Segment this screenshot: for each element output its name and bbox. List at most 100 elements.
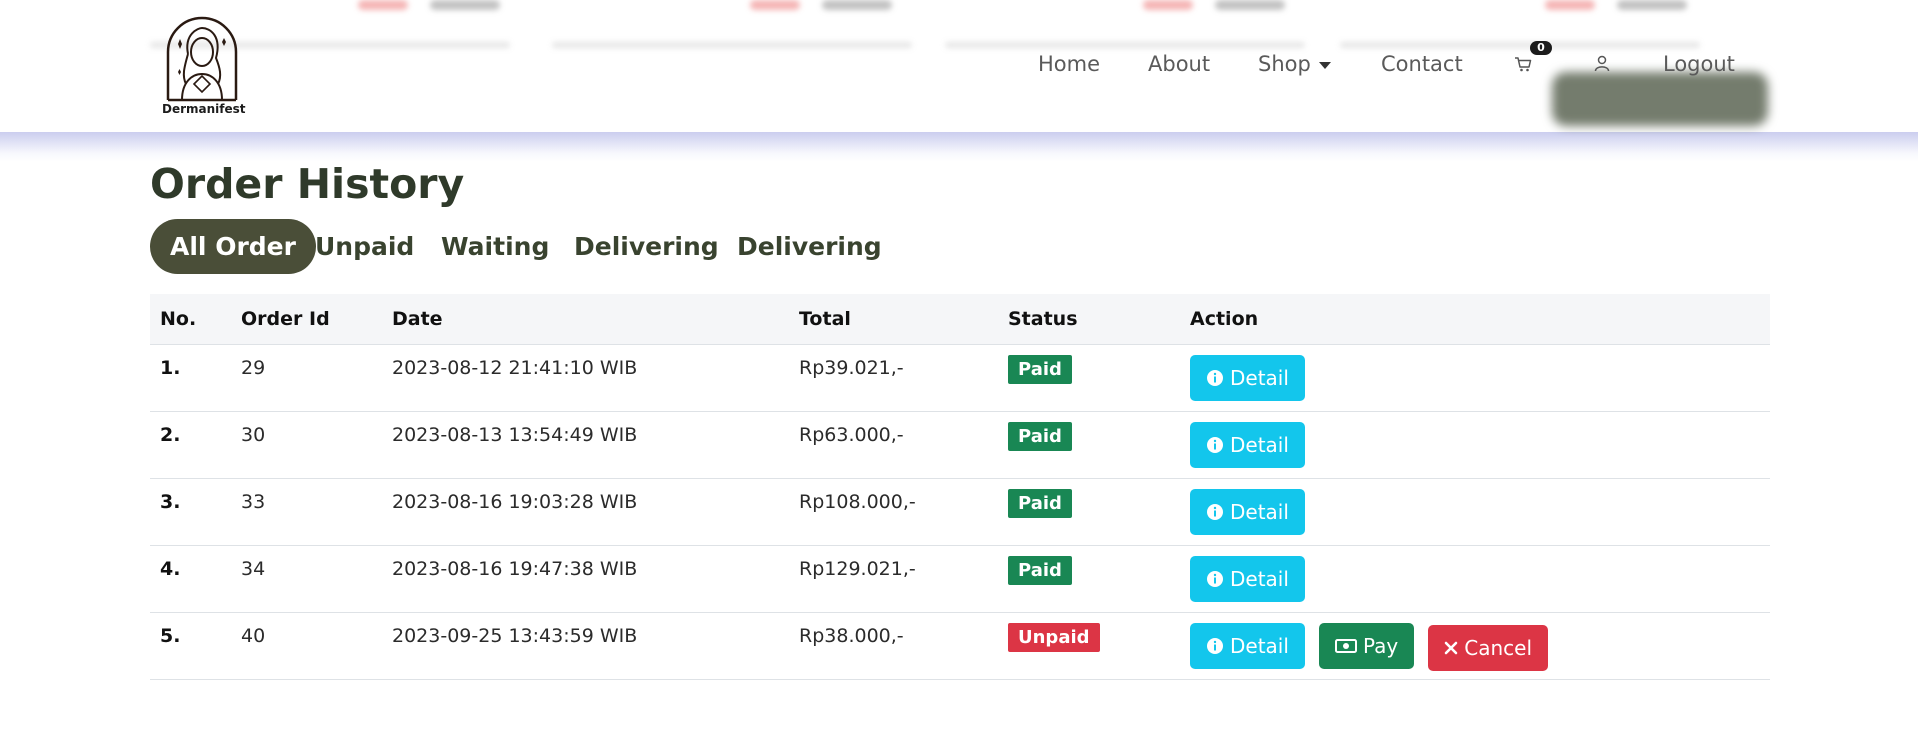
blurred-background: [945, 42, 1305, 48]
order-date: 2023-08-13 13:54:49 WIB: [382, 411, 789, 479]
row-number: 1.: [150, 344, 231, 412]
info-circle-icon: [1207, 571, 1223, 587]
status-badge: Paid: [1008, 422, 1072, 451]
status-badge: Paid: [1008, 355, 1072, 384]
detail-button[interactable]: Detail: [1190, 422, 1305, 468]
user-icon[interactable]: [1593, 54, 1611, 72]
detail-button-label: Detail: [1230, 567, 1289, 591]
pay-button-label: Pay: [1362, 634, 1399, 658]
status-cell: Paid: [998, 478, 1180, 546]
action-cell: Detail: [1180, 478, 1770, 546]
order-id: 33: [231, 478, 382, 546]
chevron-down-icon: [1318, 61, 1331, 69]
cancel-button-label: Cancel: [1464, 636, 1533, 660]
woman-portrait-icon: [166, 16, 238, 102]
table-row: 2. 30 2023-08-13 13:54:49 WIB Rp63.000,-…: [150, 411, 1770, 479]
nav-contact-link[interactable]: Contact: [1381, 52, 1463, 76]
nav-logout-link[interactable]: Logout: [1663, 52, 1735, 76]
detail-button[interactable]: Detail: [1190, 623, 1305, 669]
order-total: Rp129.021,-: [789, 545, 998, 613]
action-cell: Detail: [1180, 411, 1770, 479]
order-table-container: No. Order Id Date Total Status Action 1.…: [150, 294, 1770, 680]
order-date: 2023-08-12 21:41:10 WIB: [382, 344, 789, 412]
blurred-background: [358, 0, 408, 10]
pay-button[interactable]: Pay: [1318, 623, 1415, 669]
order-table: No. Order Id Date Total Status Action 1.…: [150, 294, 1770, 680]
order-total: Rp63.000,-: [789, 411, 998, 479]
x-icon: [1444, 641, 1458, 655]
nav-shop-label: Shop: [1258, 52, 1311, 76]
tab-unpaid[interactable]: Unpaid: [315, 219, 414, 274]
detail-button-label: Detail: [1230, 433, 1289, 457]
nav-home-link[interactable]: Home: [1038, 52, 1100, 76]
info-circle-icon: [1207, 437, 1223, 453]
cart-icon[interactable]: [1514, 55, 1532, 73]
order-id: 30: [231, 411, 382, 479]
tab-all-order[interactable]: All Order: [150, 219, 316, 274]
column-header-date: Date: [382, 294, 789, 345]
order-id: 34: [231, 545, 382, 613]
blurred-background: [430, 0, 500, 10]
order-date: 2023-08-16 19:47:38 WIB: [382, 545, 789, 613]
status-cell: Paid: [998, 545, 1180, 613]
order-total: Rp39.021,-: [789, 344, 998, 412]
detail-button[interactable]: Detail: [1190, 355, 1305, 401]
column-header-action: Action: [1180, 294, 1770, 345]
action-cell: Detail Pay Cancel: [1180, 612, 1770, 680]
tab-waiting[interactable]: Waiting: [441, 219, 549, 274]
row-number: 4.: [150, 545, 231, 613]
column-header-status: Status: [998, 294, 1180, 345]
order-date: 2023-09-25 13:43:59 WIB: [382, 612, 789, 680]
column-header-order-id: Order Id: [231, 294, 382, 345]
status-badge: Paid: [1008, 489, 1072, 518]
table-row: 3. 33 2023-08-16 19:03:28 WIB Rp108.000,…: [150, 478, 1770, 546]
nav-about-link[interactable]: About: [1148, 52, 1210, 76]
detail-button[interactable]: Detail: [1190, 489, 1305, 535]
order-id: 29: [231, 344, 382, 412]
action-cell: Detail: [1180, 344, 1770, 412]
order-date: 2023-08-16 19:03:28 WIB: [382, 478, 789, 546]
row-number: 5.: [150, 612, 231, 680]
detail-button-label: Detail: [1230, 634, 1289, 658]
detail-button-label: Detail: [1230, 366, 1289, 390]
order-total: Rp38.000,-: [789, 612, 998, 680]
detail-button-label: Detail: [1230, 500, 1289, 524]
blurred-background: [822, 0, 892, 10]
cart-count-badge: 0: [1530, 41, 1552, 55]
info-circle-icon: [1207, 370, 1223, 386]
row-number: 3.: [150, 478, 231, 546]
blurred-background: [1340, 42, 1700, 48]
row-number: 2.: [150, 411, 231, 479]
action-cell: Detail: [1180, 545, 1770, 613]
table-header-row: No. Order Id Date Total Status Action: [150, 294, 1770, 345]
tab-delivering[interactable]: Delivering: [737, 219, 882, 274]
site-header: Dermanifest Home About Shop Contact 0 Lo…: [0, 0, 1918, 132]
status-badge: Paid: [1008, 556, 1072, 585]
nav-shop-dropdown[interactable]: Shop: [1258, 52, 1331, 76]
status-cell: Unpaid: [998, 612, 1180, 680]
table-row: 5. 40 2023-09-25 13:43:59 WIB Rp38.000,-…: [150, 612, 1770, 680]
status-badge: Unpaid: [1008, 623, 1100, 652]
brand-name: Dermanifest: [162, 102, 246, 116]
blurred-background: [1617, 0, 1687, 10]
order-id: 40: [231, 612, 382, 680]
tab-delivering[interactable]: Delivering: [574, 219, 719, 274]
order-total: Rp108.000,-: [789, 478, 998, 546]
status-cell: Paid: [998, 344, 1180, 412]
info-circle-icon: [1207, 504, 1223, 520]
blurred-background: [1143, 0, 1193, 10]
table-row: 1. 29 2023-08-12 21:41:10 WIB Rp39.021,-…: [150, 344, 1770, 412]
column-header-total: Total: [789, 294, 998, 345]
cancel-button[interactable]: Cancel: [1428, 625, 1549, 671]
column-header-no: No.: [150, 294, 231, 345]
info-circle-icon: [1207, 638, 1223, 654]
table-row: 4. 34 2023-08-16 19:47:38 WIB Rp129.021,…: [150, 545, 1770, 613]
detail-button[interactable]: Detail: [1190, 556, 1305, 602]
page-title: Order History: [150, 160, 465, 208]
blurred-background: [1545, 0, 1595, 10]
blurred-background: [1215, 0, 1285, 10]
blurred-background: [552, 42, 912, 48]
blurred-background: [1552, 72, 1768, 126]
header-shadow: [0, 132, 1918, 162]
brand-logo[interactable]: Dermanifest: [162, 14, 246, 122]
